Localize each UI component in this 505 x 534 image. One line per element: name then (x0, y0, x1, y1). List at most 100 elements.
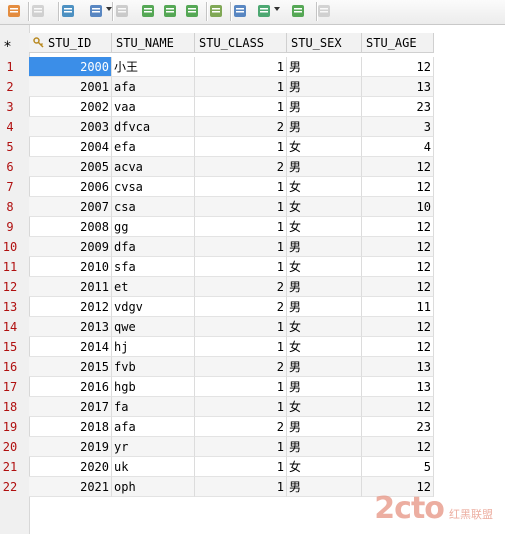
cell-stu-id[interactable]: 2021 (29, 477, 112, 497)
cell-stu-id[interactable]: 2017 (29, 397, 112, 417)
cell-stu-name[interactable]: yr (112, 437, 195, 457)
cell-stu-name[interactable]: 小王 (112, 57, 195, 77)
cell-stu-name[interactable]: csa (112, 197, 195, 217)
sql-edit-icon[interactable] (208, 3, 224, 19)
row-number[interactable]: 2 (0, 80, 20, 94)
row-number[interactable]: 22 (0, 480, 20, 494)
cell-stu-age[interactable]: 12 (362, 57, 434, 77)
cell-stu-name[interactable]: fvb (112, 357, 195, 377)
cell-stu-class[interactable]: 1 (195, 217, 287, 237)
cell-stu-age[interactable]: 12 (362, 217, 434, 237)
cell-stu-class[interactable]: 1 (195, 317, 287, 337)
cell-stu-id[interactable]: 2019 (29, 437, 112, 457)
undo-icon[interactable] (316, 3, 332, 19)
cell-stu-sex[interactable]: 女 (287, 457, 362, 477)
cell-stu-class[interactable]: 2 (195, 357, 287, 377)
refresh-icon[interactable] (6, 3, 22, 19)
cell-stu-name[interactable]: efa (112, 137, 195, 157)
row-number[interactable]: 6 (0, 160, 20, 174)
cell-stu-sex[interactable]: 男 (287, 57, 362, 77)
cell-stu-class[interactable]: 1 (195, 197, 287, 217)
cell-stu-name[interactable]: sfa (112, 257, 195, 277)
cell-stu-sex[interactable]: 男 (287, 157, 362, 177)
cell-stu-id[interactable]: 2009 (29, 237, 112, 257)
cell-stu-age[interactable]: 13 (362, 377, 434, 397)
cell-stu-name[interactable]: vaa (112, 97, 195, 117)
cell-stu-id[interactable]: 2012 (29, 297, 112, 317)
row-number[interactable]: 5 (0, 140, 20, 154)
cell-stu-age[interactable]: 5 (362, 457, 434, 477)
cell-stu-name[interactable]: hj (112, 337, 195, 357)
cell-stu-sex[interactable]: 男 (287, 97, 362, 117)
grid-add-row-icon[interactable] (140, 3, 156, 19)
rollback-icon[interactable] (256, 3, 272, 19)
cell-stu-sex[interactable]: 女 (287, 337, 362, 357)
cell-stu-name[interactable]: et (112, 277, 195, 297)
cell-stu-class[interactable]: 2 (195, 297, 287, 317)
row-number[interactable]: 7 (0, 180, 20, 194)
cell-stu-name[interactable]: cvsa (112, 177, 195, 197)
cell-stu-id[interactable]: 2010 (29, 257, 112, 277)
commit-icon[interactable] (232, 3, 248, 19)
cell-stu-class[interactable]: 1 (195, 57, 287, 77)
cell-stu-sex[interactable]: 女 (287, 197, 362, 217)
row-number[interactable]: 15 (0, 340, 20, 354)
row-number[interactable]: 12 (0, 280, 20, 294)
cell-stu-sex[interactable]: 男 (287, 417, 362, 437)
cell-stu-age[interactable]: 23 (362, 417, 434, 437)
row-number[interactable]: 1 (0, 60, 20, 74)
cell-stu-age[interactable]: 4 (362, 137, 434, 157)
refresh-data-icon[interactable] (290, 3, 306, 19)
cell-stu-id[interactable]: 2002 (29, 97, 112, 117)
cell-stu-sex[interactable]: 男 (287, 357, 362, 377)
filter-icon[interactable] (88, 3, 104, 19)
cell-stu-sex[interactable]: 男 (287, 437, 362, 457)
cell-stu-name[interactable]: gg (112, 217, 195, 237)
row-number[interactable]: 11 (0, 260, 20, 274)
cell-stu-id[interactable]: 2007 (29, 197, 112, 217)
copy-icon[interactable] (114, 3, 130, 19)
cell-stu-class[interactable]: 1 (195, 177, 287, 197)
cell-stu-sex[interactable]: 女 (287, 137, 362, 157)
cell-stu-sex[interactable]: 女 (287, 397, 362, 417)
row-number[interactable]: 4 (0, 120, 20, 134)
cell-stu-class[interactable]: 2 (195, 157, 287, 177)
cell-stu-id[interactable]: 2015 (29, 357, 112, 377)
cell-stu-sex[interactable]: 女 (287, 217, 362, 237)
row-number[interactable]: 16 (0, 360, 20, 374)
cell-stu-age[interactable]: 12 (362, 437, 434, 457)
cell-stu-sex[interactable]: 男 (287, 477, 362, 497)
cell-stu-class[interactable]: 1 (195, 237, 287, 257)
cell-stu-sex[interactable]: 男 (287, 77, 362, 97)
column-header-stu-id[interactable]: STU_ID (29, 33, 112, 53)
cell-stu-age[interactable]: 10 (362, 197, 434, 217)
cell-stu-sex[interactable]: 女 (287, 257, 362, 277)
cell-stu-sex[interactable]: 女 (287, 177, 362, 197)
cell-stu-id[interactable]: 2005 (29, 157, 112, 177)
cell-stu-class[interactable]: 1 (195, 437, 287, 457)
cell-stu-sex[interactable]: 男 (287, 297, 362, 317)
cell-stu-id[interactable]: 2008 (29, 217, 112, 237)
row-number[interactable]: 18 (0, 400, 20, 414)
chevron-down-icon[interactable] (274, 7, 280, 11)
cell-stu-id[interactable]: 2016 (29, 377, 112, 397)
cell-stu-name[interactable]: dfa (112, 237, 195, 257)
row-number[interactable]: 21 (0, 460, 20, 474)
cell-stu-sex[interactable]: 男 (287, 117, 362, 137)
cell-stu-name[interactable]: fa (112, 397, 195, 417)
cell-stu-name[interactable]: hgb (112, 377, 195, 397)
chevron-down-icon[interactable] (106, 7, 112, 11)
cell-stu-name[interactable]: dfvca (112, 117, 195, 137)
cell-stu-age[interactable]: 12 (362, 177, 434, 197)
cell-stu-age[interactable]: 3 (362, 117, 434, 137)
cell-stu-id[interactable]: 2020 (29, 457, 112, 477)
cell-stu-age[interactable]: 12 (362, 157, 434, 177)
cell-stu-age[interactable]: 12 (362, 317, 434, 337)
column-header-stu-sex[interactable]: STU_SEX (287, 33, 362, 53)
cell-stu-name[interactable]: oph (112, 477, 195, 497)
row-number[interactable]: 9 (0, 220, 20, 234)
cell-stu-class[interactable]: 2 (195, 277, 287, 297)
cell-stu-class[interactable]: 2 (195, 117, 287, 137)
cell-stu-age[interactable]: 13 (362, 357, 434, 377)
cell-stu-sex[interactable]: 男 (287, 377, 362, 397)
